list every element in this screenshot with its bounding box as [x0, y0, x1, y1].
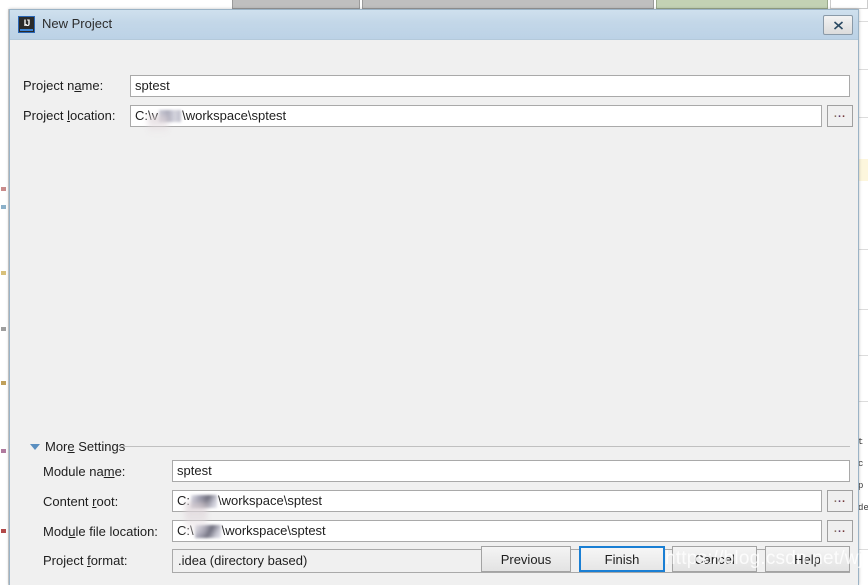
background-editor-tabstrip [232, 0, 868, 9]
content-root-input[interactable]: C: \workspace\sptest [172, 490, 822, 512]
module-name-value: sptest [177, 463, 212, 478]
dialog-title: New Project [42, 16, 113, 31]
redacted-username [159, 110, 182, 122]
ellipsis-icon: ... [833, 108, 847, 120]
module-name-label: Module name: [43, 464, 125, 480]
content-root-label-text: Content [43, 494, 93, 509]
screen: t c p de IJ New Project Project name: sp… [0, 0, 868, 585]
close-button[interactable] [823, 15, 853, 35]
redacted-username [194, 525, 221, 538]
project-location-value-suffix: \workspace\sptest [182, 108, 287, 123]
background-tab [232, 0, 360, 9]
module-name-label-mnemonic: m [103, 464, 115, 479]
project-location-input[interactable]: C:\v \workspace\sptest [130, 105, 822, 127]
more-settings-separator [118, 446, 850, 447]
module-file-location-browse-button[interactable]: ... [827, 520, 853, 542]
project-format-label-text: Project [43, 553, 88, 568]
finish-button[interactable]: Finish [579, 546, 665, 572]
redacted-username [191, 495, 217, 508]
help-button-label: Help [794, 551, 821, 567]
background-tab [362, 0, 654, 9]
more-settings-label-mnemonic: e [67, 439, 75, 454]
project-format-selected-value: .idea (directory based) [178, 553, 308, 568]
help-button[interactable]: Help [765, 546, 850, 572]
module-file-location-input[interactable]: C:\ \workspace\sptest [172, 520, 822, 542]
module-file-location-value-suffix: \workspace\sptest [221, 523, 326, 538]
background-tab [830, 0, 868, 9]
content-root-browse-button[interactable]: ... [827, 490, 853, 512]
module-file-location-value-prefix: C:\ [177, 523, 194, 538]
project-name-label-suffix: me: [81, 78, 104, 93]
project-location-value-prefix: C:\v [135, 108, 159, 123]
content-root-label-suffix: oot: [96, 494, 119, 509]
dialog-titlebar: IJ New Project [10, 10, 858, 40]
previous-button[interactable]: Previous [481, 546, 571, 572]
project-name-label: Project name: [23, 78, 103, 94]
more-settings-label: More Settings [45, 439, 125, 454]
content-root-label: Content root: [43, 494, 118, 510]
module-file-location-label-suffix: le file location: [75, 524, 158, 539]
background-left-gutter [0, 9, 9, 585]
cancel-button[interactable]: Cancel [672, 546, 757, 572]
module-file-location-label-text: Mod [43, 524, 69, 539]
project-format-label: Project format: [43, 553, 128, 569]
new-project-dialog: IJ New Project Project name: sptest Proj… [9, 9, 859, 585]
background-tab-active [656, 0, 828, 9]
module-name-label-suffix: e: [114, 464, 126, 479]
project-name-label-mnemonic: a [74, 78, 82, 93]
dialog-body: Project name: sptest Project location: C… [10, 40, 858, 585]
finish-button-label: Finish [604, 551, 640, 567]
project-location-label-suffix: ocation: [69, 108, 116, 123]
previous-button-label: Previous [500, 551, 552, 567]
module-name-label-text: Module na [43, 464, 104, 479]
module-name-input[interactable]: sptest [172, 460, 850, 482]
intellij-idea-icon: IJ [18, 16, 35, 33]
module-file-location-label: Module file location: [43, 524, 158, 540]
background-gutter-marks [0, 9, 8, 585]
close-icon [833, 20, 843, 30]
project-location-label-text: Project [23, 108, 68, 123]
project-name-value: sptest [135, 78, 170, 93]
ellipsis-icon: ... [833, 493, 847, 505]
cancel-button-label: Cancel [694, 551, 735, 567]
ellipsis-icon: ... [833, 523, 847, 535]
more-settings-label-text: Mor [45, 439, 68, 454]
project-name-label-text: Project n [23, 78, 75, 93]
project-location-label: Project location: [23, 108, 116, 124]
module-file-location-label-mnemonic: u [68, 524, 76, 539]
project-format-label-suffix: ormat: [90, 553, 128, 568]
content-root-value-prefix: C: [177, 493, 190, 508]
project-location-browse-button[interactable]: ... [827, 105, 853, 127]
project-name-input[interactable]: sptest [130, 75, 850, 97]
more-settings-toggle[interactable]: More Settings [30, 439, 125, 454]
triangle-down-icon [30, 443, 40, 450]
content-root-value-suffix: \workspace\sptest [218, 493, 323, 508]
